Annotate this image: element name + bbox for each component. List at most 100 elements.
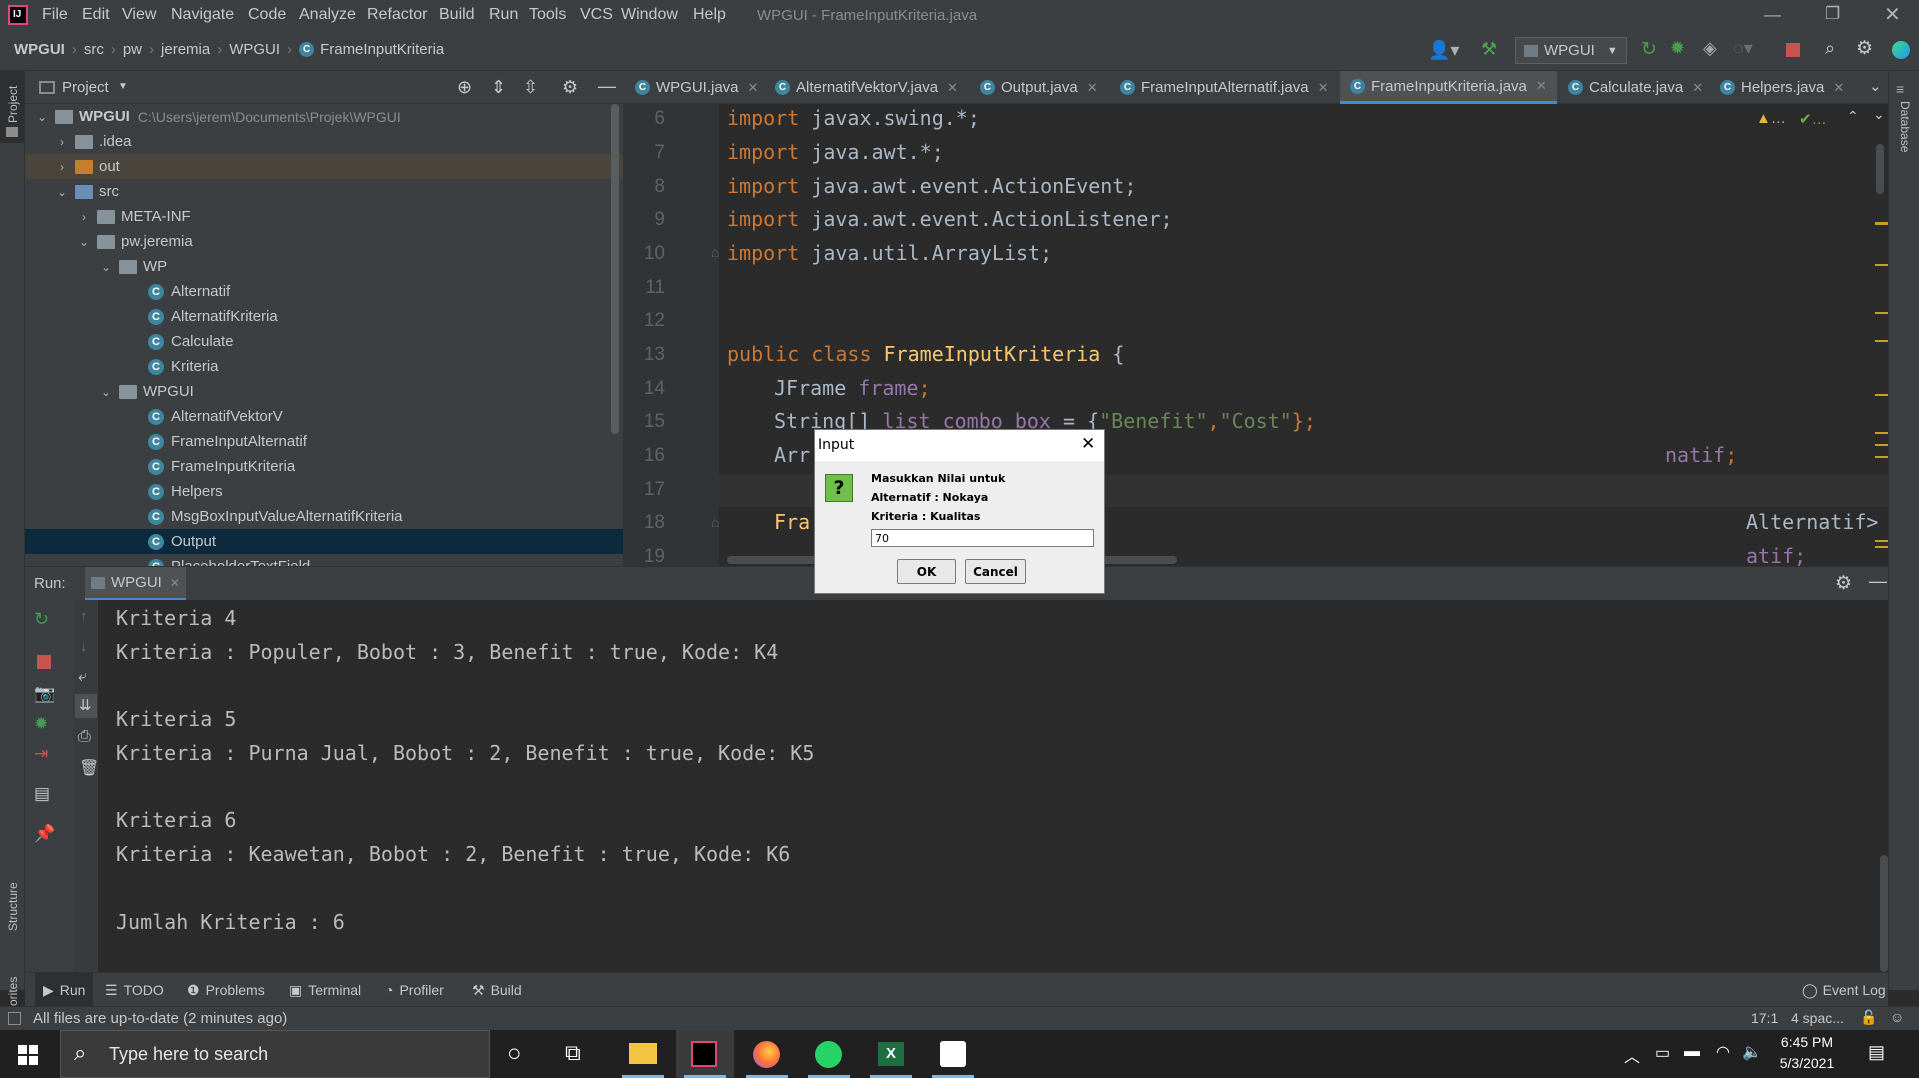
indent-setting[interactable]: 4 spac... [1791,1010,1844,1026]
stop-icon[interactable] [1786,43,1800,57]
lock-icon[interactable]: 🔓 [1860,1009,1877,1026]
tree-item-class[interactable]: C AlternatifVektorV [25,404,623,429]
tool-tab-run[interactable]: ▶ Run [35,973,94,1007]
tool-tab-terminal[interactable]: ▣ Terminal [289,973,361,1007]
hide-panel-icon[interactable]: — [598,76,616,97]
run-tab-wpgui[interactable]: WPGUI ✕ [85,567,186,601]
close-tab-icon[interactable]: ✕ [170,576,180,590]
cortana-icon[interactable]: ○ [507,1040,522,1068]
chevron-down-icon[interactable]: ⌄ [55,185,69,199]
taskbar-intellij[interactable] [676,1030,734,1078]
scroll-to-end-button[interactable]: ⇊ [75,694,97,718]
error-stripe-mark[interactable] [1875,456,1888,458]
error-stripe-mark[interactable] [1875,432,1888,434]
event-log-button[interactable]: ◯ Event Log [1802,973,1886,1007]
arrow-up-icon[interactable]: ↑ [80,608,88,625]
restore-icon[interactable]: ❐ [1825,4,1840,24]
notifications-icon[interactable]: ▤ [1868,1042,1885,1063]
tab-calculate-java[interactable]: C Calculate.java ✕ [1568,71,1703,104]
close-tab-icon[interactable]: ✕ [1833,80,1844,96]
cancel-button[interactable]: Cancel [965,559,1026,584]
menu-edit[interactable]: Edit [82,6,110,24]
error-stripe-mark[interactable] [1875,264,1888,266]
collapse-all-icon[interactable]: ⇳ [523,77,538,98]
close-tab-icon[interactable]: ✕ [1536,78,1547,94]
camera-icon[interactable]: 📷 [34,684,55,704]
tree-item-class[interactable]: C AlternatifKriteria [25,304,623,329]
database-tool-label[interactable]: Database [1898,101,1912,152]
settings-gear-icon[interactable]: ⚙ [1856,37,1873,60]
tree-scrollbar[interactable] [611,104,619,434]
chevron-down-icon[interactable]: ⌄ [1873,106,1885,123]
tree-item-wp[interactable]: ⌄ WP [25,254,623,279]
tree-item-class[interactable]: C FrameInputKriteria [25,454,623,479]
menu-vcs[interactable]: VCS [580,6,613,24]
breadcrumb-item[interactable]: WPGUI [14,41,65,58]
menu-code[interactable]: Code [248,6,286,24]
menu-run[interactable]: Run [489,6,518,24]
chevron-right-icon[interactable]: › [55,160,69,174]
build-hammer-icon[interactable]: ⚒ [1481,39,1497,60]
error-stripe-mark[interactable] [1875,394,1888,396]
tree-item-class[interactable]: C MsgBoxInputValueAlternatifKriteria [25,504,623,529]
windows-start-icon[interactable] [18,1045,38,1065]
tree-item-out[interactable]: › out [25,154,623,179]
ok-button[interactable]: OK [897,559,956,584]
chevron-right-icon[interactable]: › [77,210,91,224]
layout-icon[interactable]: ▤ [34,784,50,804]
menu-window[interactable]: Window [621,6,678,24]
tree-item-class[interactable]: C Kriteria [25,354,623,379]
clock-date[interactable]: 5/3/2021 [1777,1055,1837,1071]
tree-item-meta-inf[interactable]: › META-INF [25,204,623,229]
clock-time[interactable]: 6:45 PM [1777,1034,1837,1050]
settings-gear-icon[interactable]: ⚙ [562,77,578,98]
tab-wpgui-java[interactable]: C WPGUI.java ✕ [635,71,758,104]
user-icon[interactable]: 👤▾ [1428,40,1459,61]
debug-icon[interactable]: ✹ [34,714,48,734]
tree-item-class[interactable]: C Alternatif [25,279,623,304]
tree-item-src[interactable]: ⌄ src [25,179,623,204]
fold-icon[interactable]: ⌂ [711,514,719,530]
tree-item-pw-jeremia[interactable]: ⌄ pw.jeremia [25,229,623,254]
tab-helpers-java[interactable]: C Helpers.java ✕ [1720,71,1844,104]
hide-panel-icon[interactable]: — [1869,571,1887,592]
structure-tool-label[interactable]: Structure [6,882,20,931]
inspector-icon[interactable]: ☺ [1890,1009,1904,1025]
minimize-icon[interactable]: — [1764,5,1781,25]
locate-icon[interactable]: ⊕ [457,77,472,98]
stop-icon[interactable] [37,655,51,669]
exit-icon[interactable]: ⇥ [34,744,48,764]
menu-refactor[interactable]: Refactor [367,6,427,24]
tool-tab-profiler[interactable]: ◔ Profiler [385,973,444,1007]
tree-item-class[interactable]: C Helpers [25,479,623,504]
tab-output-java[interactable]: C Output.java ✕ [980,71,1098,104]
error-stripe-mark[interactable] [1875,312,1888,314]
run-config-selector[interactable]: WPGUI ▼ [1515,37,1627,64]
tree-item-class[interactable]: C PlaceholderTextField [25,554,623,566]
chevron-down-icon[interactable]: ⌄ [35,110,49,124]
tab-frameinputalternatif-java[interactable]: C FrameInputAlternatif.java ✕ [1120,71,1328,104]
breadcrumb-item[interactable]: src [84,41,104,58]
chevron-down-icon[interactable]: ⌄ [77,235,91,249]
project-title[interactable]: Project [62,79,109,96]
battery-icon[interactable]: ▬ [1684,1043,1700,1061]
tab-list-chevron-icon[interactable]: ⌄ [1869,77,1882,95]
soft-wrap-icon[interactable]: ⤶ [78,668,87,686]
menu-tools[interactable]: Tools [529,6,566,24]
close-tab-icon[interactable]: ✕ [1692,80,1703,96]
tree-item-class[interactable]: C Calculate [25,329,623,354]
taskbar-firefox[interactable] [738,1030,796,1078]
dialog-title-bar[interactable]: Input ✕ [815,430,1104,461]
chevron-down-icon[interactable]: ⌄ [99,260,113,274]
toolbox-icon[interactable] [1892,41,1910,59]
tree-item-wpgui-package[interactable]: ⌄ WPGUI [25,379,623,404]
close-tab-icon[interactable]: ✕ [1318,80,1329,96]
tab-frameinputkriteria-java[interactable]: C FrameInputKriteria.java ✕ [1340,71,1557,104]
menu-help[interactable]: Help [693,6,726,24]
close-tab-icon[interactable]: ✕ [748,80,759,96]
arrow-down-icon[interactable]: ↓ [80,638,88,655]
print-icon[interactable]: ⎙ [78,728,91,746]
expand-all-icon[interactable]: ⇕ [491,77,506,98]
taskbar-excel[interactable]: X [862,1030,920,1078]
menu-file[interactable]: File [42,6,68,24]
